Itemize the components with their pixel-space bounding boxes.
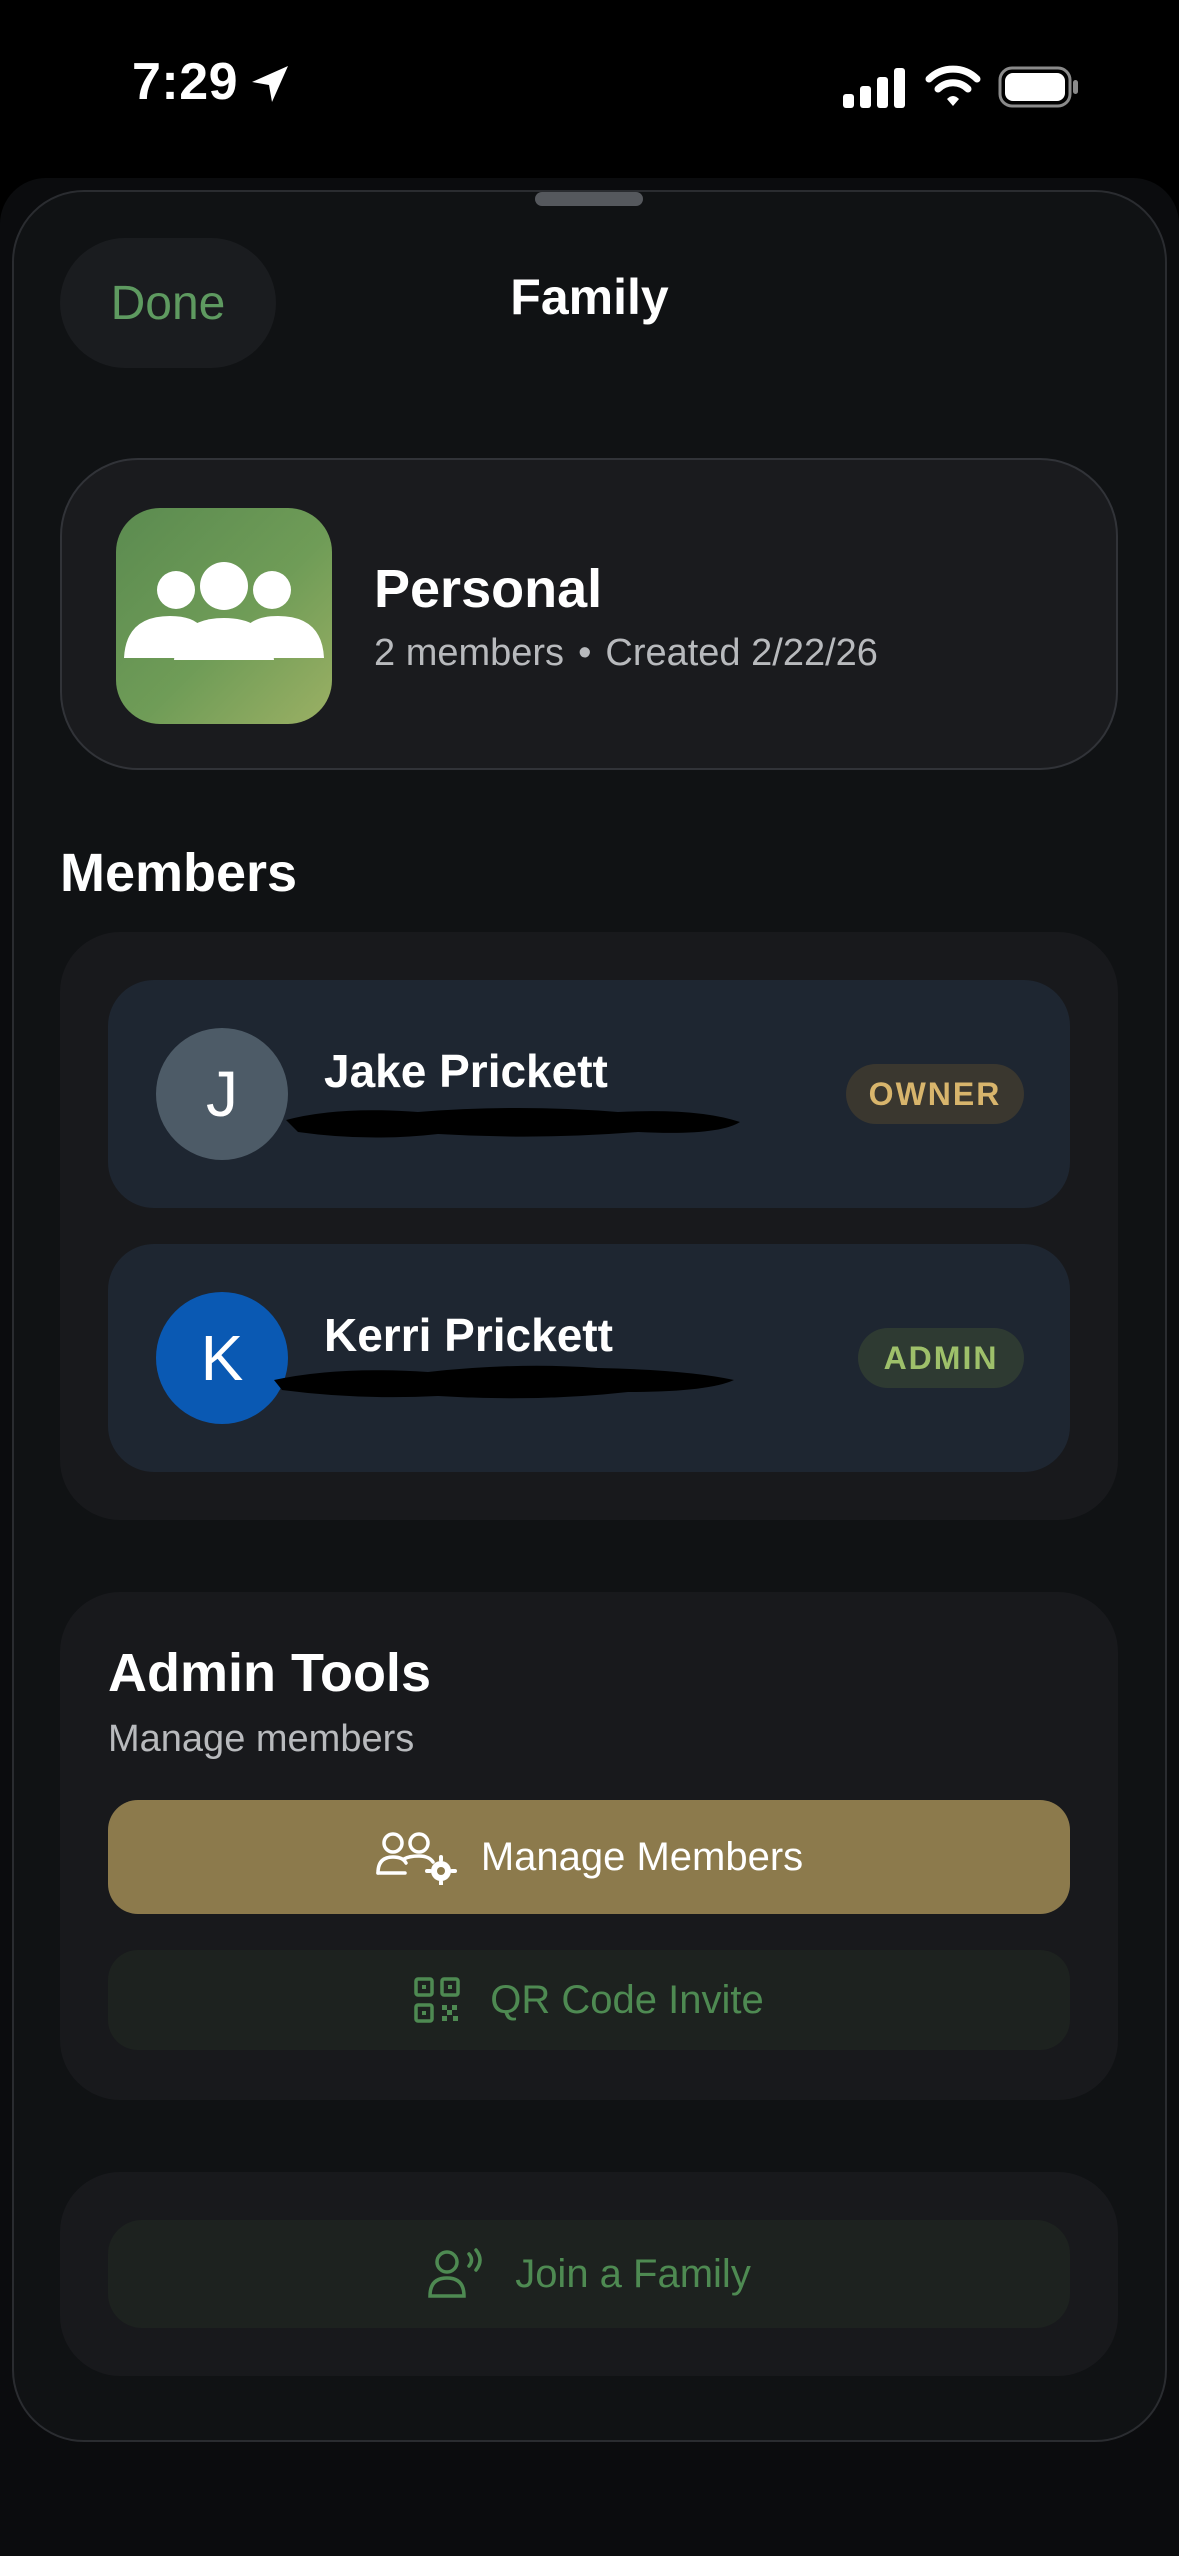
status-time: 7:29 xyxy=(132,53,239,111)
member-row[interactable]: J Jake Prickett OWNER xyxy=(108,980,1070,1208)
page-title: Family xyxy=(510,269,669,325)
meta-separator: • xyxy=(578,632,592,674)
redacted-scribble xyxy=(286,1108,740,1138)
role-badge-owner: OWNER xyxy=(846,1064,1024,1124)
location-arrow-icon xyxy=(252,66,288,102)
sheet-grabber[interactable] xyxy=(535,192,643,206)
people-gear-icon xyxy=(376,1832,457,1885)
member-name: Jake Prickett xyxy=(324,1045,608,1097)
family-name: Personal xyxy=(374,559,603,619)
cellular-signal-icon xyxy=(843,68,905,108)
member-row[interactable]: K Kerri Prickett ADMIN xyxy=(108,1244,1070,1472)
members-count: 2 members xyxy=(374,632,565,674)
admin-tools-subtitle: Manage members xyxy=(108,1718,415,1760)
created-date: Created 2/22/26 xyxy=(605,632,878,674)
family-meta: 2 members • Created 2/22/26 xyxy=(374,632,878,675)
member-name: Kerri Prickett xyxy=(324,1309,613,1361)
family-card: Personal 2 members • Created 2/22/26 xyxy=(60,458,1118,770)
join-family-button[interactable]: Join a Family xyxy=(108,2220,1070,2328)
join-family-label: Join a Family xyxy=(515,2251,751,2296)
admin-tools-panel: Admin Tools Manage members Manage Member… xyxy=(60,1592,1118,2100)
manage-members-label: Manage Members xyxy=(480,1834,804,1879)
members-list: J Jake Prickett OWNER K Kerri Prickett A… xyxy=(60,932,1118,1520)
people-group-icon xyxy=(116,508,332,724)
qr-code-icon xyxy=(414,1977,461,2023)
members-section-title: Members xyxy=(60,843,298,903)
qr-code-invite-label: QR Code Invite xyxy=(490,1977,764,2022)
battery-icon xyxy=(998,66,1078,108)
person-wave-icon xyxy=(428,2248,482,2298)
admin-tools-title: Admin Tools xyxy=(108,1643,431,1703)
join-family-panel: Join a Family xyxy=(60,2172,1118,2376)
wifi-icon xyxy=(925,65,981,106)
manage-members-button[interactable]: Manage Members xyxy=(108,1800,1070,1914)
role-badge-admin: ADMIN xyxy=(858,1328,1024,1388)
status-bar: 7:29 xyxy=(0,0,1179,175)
avatar: J xyxy=(156,1028,288,1160)
redacted-scribble xyxy=(274,1365,734,1399)
qr-code-invite-button[interactable]: QR Code Invite xyxy=(108,1950,1070,2050)
